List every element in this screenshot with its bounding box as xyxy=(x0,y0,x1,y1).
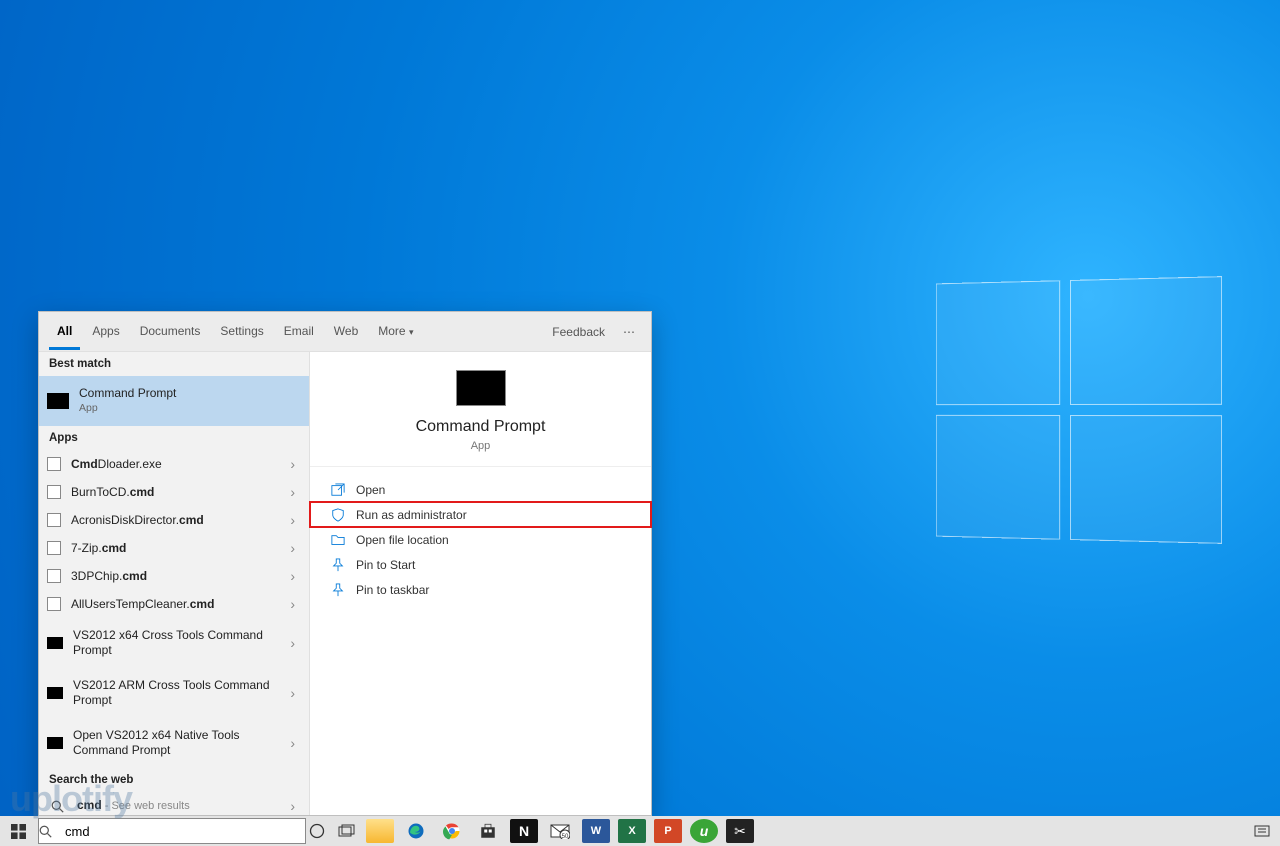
section-best-match: Best match xyxy=(39,352,309,376)
tab-web[interactable]: Web xyxy=(326,314,366,350)
taskbar-app-notion[interactable]: N xyxy=(510,819,538,843)
chevron-right-icon: › xyxy=(286,798,299,814)
action-label: Open file location xyxy=(356,533,449,547)
command-prompt-icon xyxy=(47,687,63,699)
taskbar-search-box[interactable] xyxy=(38,818,306,844)
result-app[interactable]: VS2012 ARM Cross Tools Command Prompt › xyxy=(39,668,309,718)
file-icon xyxy=(47,597,61,611)
chevron-right-icon: › xyxy=(286,456,299,472)
result-best-match[interactable]: Command Prompt App xyxy=(39,376,309,426)
taskbar-app-mail[interactable]: 50 xyxy=(546,819,574,843)
taskbar-app-word[interactable]: W xyxy=(582,819,610,843)
file-icon xyxy=(47,569,61,583)
chevron-right-icon: › xyxy=(286,540,299,556)
taskbar-app-edge[interactable] xyxy=(402,819,430,843)
result-title: VS2012 x64 Cross Tools Command Prompt xyxy=(73,628,286,658)
section-search-web: Search the web xyxy=(39,768,309,792)
open-icon xyxy=(328,483,348,497)
action-label: Pin to Start xyxy=(356,558,415,572)
taskbar-app-snip[interactable]: ✂ xyxy=(726,819,754,843)
best-match-title: Command Prompt xyxy=(79,386,299,401)
action-label: Pin to taskbar xyxy=(356,583,429,597)
search-icon xyxy=(39,825,65,838)
svg-text:50: 50 xyxy=(562,834,569,839)
taskbar-app-utorrent[interactable]: u xyxy=(690,819,718,843)
file-icon xyxy=(47,513,61,527)
file-icon xyxy=(47,541,61,555)
best-match-subtitle: App xyxy=(79,402,299,415)
chevron-right-icon: › xyxy=(286,568,299,584)
file-icon xyxy=(47,485,61,499)
feedback-link[interactable]: Feedback xyxy=(544,325,613,339)
result-app[interactable]: 3DPChip.cmd › xyxy=(39,562,309,590)
pin-icon xyxy=(328,583,348,597)
flyout-more-button[interactable]: ⋯ xyxy=(617,321,641,343)
action-label: Run as administrator xyxy=(356,508,467,522)
system-tray[interactable] xyxy=(1254,824,1276,838)
chevron-right-icon: › xyxy=(286,685,299,701)
taskbar-app-store[interactable] xyxy=(474,819,502,843)
web-term: cmd - See web results xyxy=(77,798,286,814)
result-title: BurnToCD.cmd xyxy=(71,485,286,500)
tab-more[interactable]: More ▾ xyxy=(370,314,421,350)
result-app[interactable]: AllUsersTempCleaner.cmd › xyxy=(39,590,309,618)
search-icon xyxy=(47,796,67,815)
command-prompt-icon xyxy=(47,637,63,649)
action-label: Open xyxy=(356,483,385,497)
cortana-button[interactable] xyxy=(302,817,332,845)
task-view-button[interactable] xyxy=(332,817,362,845)
taskbar-app-chrome[interactable] xyxy=(438,819,466,843)
result-app[interactable]: BurnToCD.cmd › xyxy=(39,478,309,506)
search-input[interactable] xyxy=(65,819,305,843)
command-prompt-icon xyxy=(47,737,63,749)
pin-icon xyxy=(328,558,348,572)
result-title: CmdDloader.exe xyxy=(71,457,286,472)
chevron-right-icon: › xyxy=(286,596,299,612)
result-app[interactable]: AcronisDiskDirector.cmd › xyxy=(39,506,309,534)
tab-apps[interactable]: Apps xyxy=(84,314,127,350)
result-title: 3DPChip.cmd xyxy=(71,569,286,584)
action-open-file-location[interactable]: Open file location xyxy=(310,527,651,552)
result-title: AllUsersTempCleaner.cmd xyxy=(71,597,286,612)
action-pin-to-taskbar[interactable]: Pin to taskbar xyxy=(310,577,651,602)
search-scope-tabs: All Apps Documents Settings Email Web Mo… xyxy=(39,312,651,352)
action-open[interactable]: Open xyxy=(310,477,651,502)
taskbar-app-excel[interactable]: X xyxy=(618,819,646,843)
file-icon xyxy=(47,457,61,471)
result-app[interactable]: 7-Zip.cmd › xyxy=(39,534,309,562)
windows-logo-graphic xyxy=(936,276,1212,543)
tab-email[interactable]: Email xyxy=(276,314,322,350)
taskbar-app-file-explorer[interactable] xyxy=(366,819,394,843)
result-app[interactable]: CmdDloader.exe › xyxy=(39,450,309,478)
detail-subtitle: App xyxy=(471,440,491,452)
search-results-list: Best match Command Prompt App Apps CmdDl… xyxy=(39,352,309,815)
search-detail-panel: Command Prompt App Open Run as administr… xyxy=(309,352,651,815)
chevron-right-icon: › xyxy=(286,512,299,528)
command-prompt-icon xyxy=(456,370,506,406)
result-app[interactable]: Open VS2012 x64 Native Tools Command Pro… xyxy=(39,718,309,768)
keyboard-icon xyxy=(1254,824,1270,838)
action-run-as-admin[interactable]: Run as administrator xyxy=(310,502,651,527)
result-title: VS2012 ARM Cross Tools Command Prompt xyxy=(73,678,286,708)
chevron-right-icon: › xyxy=(286,635,299,651)
chevron-right-icon: › xyxy=(286,484,299,500)
chevron-right-icon: › xyxy=(286,735,299,751)
taskbar-app-powerpoint[interactable]: P xyxy=(654,819,682,843)
result-title: AcronisDiskDirector.cmd xyxy=(71,513,286,528)
result-web-search[interactable]: cmd - See web results › xyxy=(39,792,309,815)
search-flyout: All Apps Documents Settings Email Web Mo… xyxy=(38,311,652,816)
result-title: Open VS2012 x64 Native Tools Command Pro… xyxy=(73,728,286,758)
result-title: 7-Zip.cmd xyxy=(71,541,286,556)
detail-title: Command Prompt xyxy=(416,418,546,436)
tab-all[interactable]: All xyxy=(49,314,80,350)
command-prompt-icon xyxy=(47,393,69,409)
tab-settings[interactable]: Settings xyxy=(212,314,271,350)
result-app[interactable]: VS2012 x64 Cross Tools Command Prompt › xyxy=(39,618,309,668)
shield-icon xyxy=(328,508,348,522)
section-apps: Apps xyxy=(39,426,309,450)
folder-icon xyxy=(328,533,348,547)
tab-documents[interactable]: Documents xyxy=(132,314,209,350)
action-pin-to-start[interactable]: Pin to Start xyxy=(310,552,651,577)
start-button[interactable] xyxy=(4,817,32,845)
